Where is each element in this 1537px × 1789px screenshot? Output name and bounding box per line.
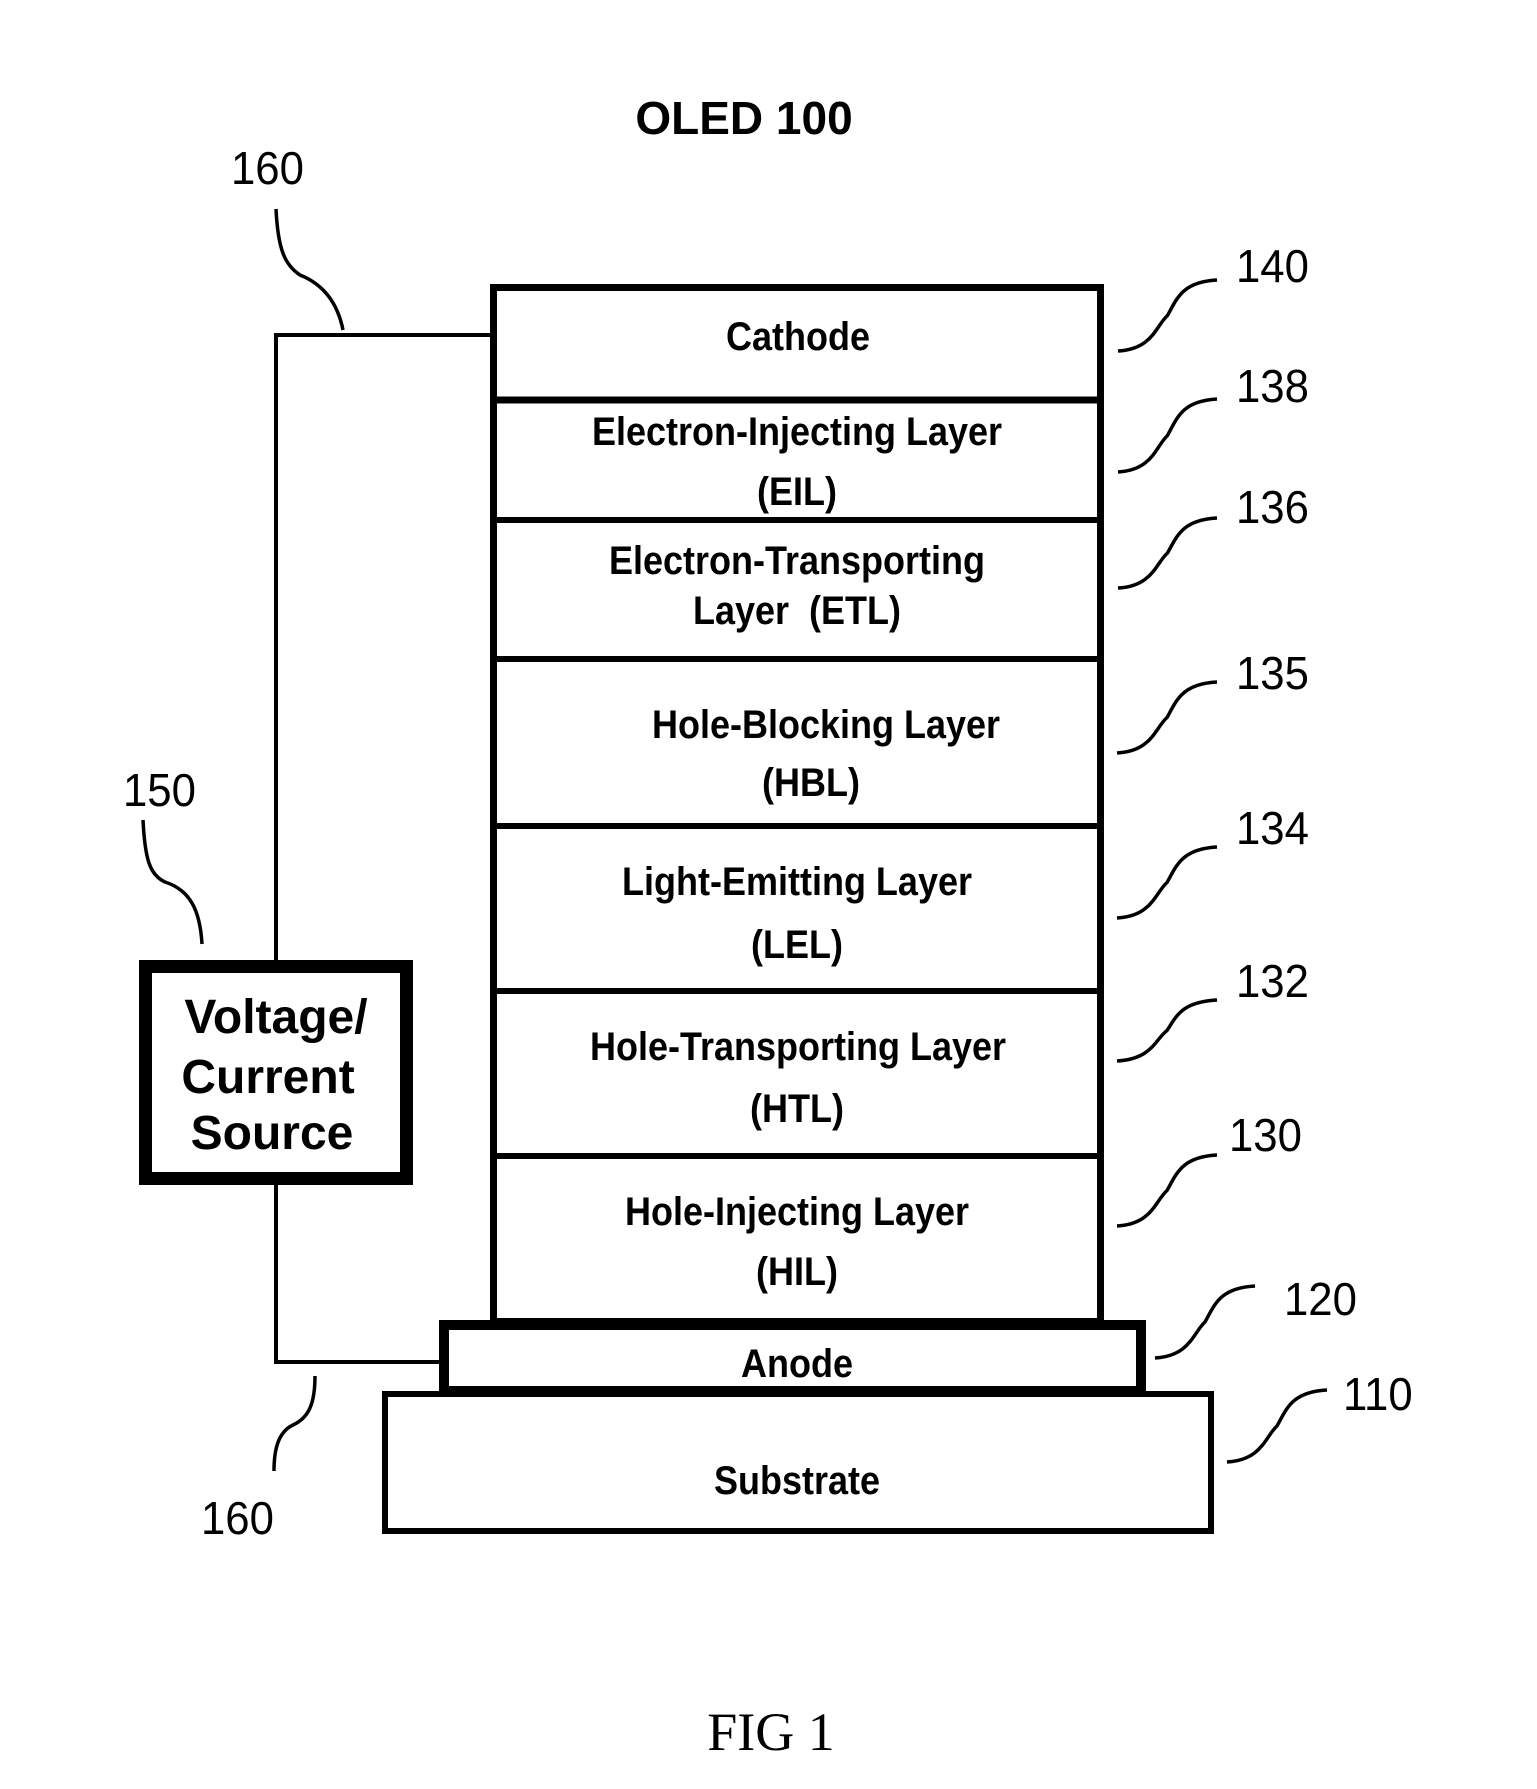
figure-caption: FIG 1 bbox=[707, 1702, 835, 1762]
ref-label-140: 140 bbox=[1236, 240, 1309, 292]
lel-label-line-1: Light-Emitting Layer bbox=[621, 860, 973, 904]
ref-label-130: 130 bbox=[1229, 1109, 1302, 1161]
anode-label: Anode bbox=[741, 1342, 853, 1386]
htl-label-line-1: Hole-Transporting Layer bbox=[589, 1025, 1007, 1069]
diagram-title: OLED 100 bbox=[635, 92, 853, 144]
leader-138 bbox=[1117, 397, 1218, 474]
eil-label-line-2: (EIL) bbox=[757, 470, 837, 514]
htl-label-line-2: (HTL) bbox=[750, 1087, 844, 1131]
ref-label-160-top: 160 bbox=[231, 142, 304, 194]
ref-label-135: 135 bbox=[1236, 647, 1309, 699]
leader-135 bbox=[1116, 680, 1218, 755]
wire-bottom bbox=[274, 1185, 440, 1364]
hbl-label-line-2: (HBL) bbox=[762, 761, 860, 805]
hil-label-line-2: (HIL) bbox=[756, 1250, 838, 1294]
ref-label-110: 110 bbox=[1343, 1368, 1413, 1420]
source-label-line-3: Source bbox=[190, 1107, 354, 1160]
source-label-line-1: Voltage/ bbox=[184, 991, 368, 1044]
leader-110 bbox=[1226, 1388, 1328, 1464]
source-label-line-2: Current bbox=[181, 1051, 355, 1104]
hbl-label-line-1: Hole-Blocking Layer bbox=[651, 703, 1001, 747]
leader-132 bbox=[1116, 998, 1218, 1063]
lel-label-line-2: (LEL) bbox=[751, 923, 843, 967]
leader-160-bottom bbox=[272, 1375, 317, 1472]
leader-136 bbox=[1117, 516, 1218, 590]
leader-130 bbox=[1116, 1153, 1218, 1228]
ref-label-120: 120 bbox=[1284, 1273, 1357, 1325]
ref-label-160-bottom: 160 bbox=[201, 1492, 274, 1544]
hil-label-line-1: Hole-Injecting Layer bbox=[624, 1190, 970, 1234]
ref-label-132: 132 bbox=[1236, 955, 1309, 1007]
leader-120 bbox=[1154, 1284, 1256, 1360]
ref-label-138: 138 bbox=[1236, 360, 1309, 412]
etl-label-line-2: Layer (ETL) bbox=[692, 589, 902, 633]
leader-150 bbox=[141, 819, 204, 945]
ref-label-150: 150 bbox=[123, 764, 196, 816]
wire-top bbox=[274, 333, 490, 960]
substrate-label: Substrate bbox=[713, 1459, 881, 1503]
eil-label-line-1: Electron-Injecting Layer bbox=[591, 410, 1003, 454]
cathode-label: Cathode bbox=[726, 315, 870, 359]
leader-134 bbox=[1116, 845, 1218, 920]
ref-label-134: 134 bbox=[1236, 802, 1309, 854]
ref-label-136: 136 bbox=[1236, 481, 1309, 533]
oled-diagram: OLED 100 Voltage/ Current Source 160 150… bbox=[0, 0, 1537, 1789]
leader-140 bbox=[1117, 278, 1218, 353]
leader-160-top bbox=[274, 208, 345, 331]
etl-label-line-1: Electron-Transporting bbox=[608, 539, 986, 583]
